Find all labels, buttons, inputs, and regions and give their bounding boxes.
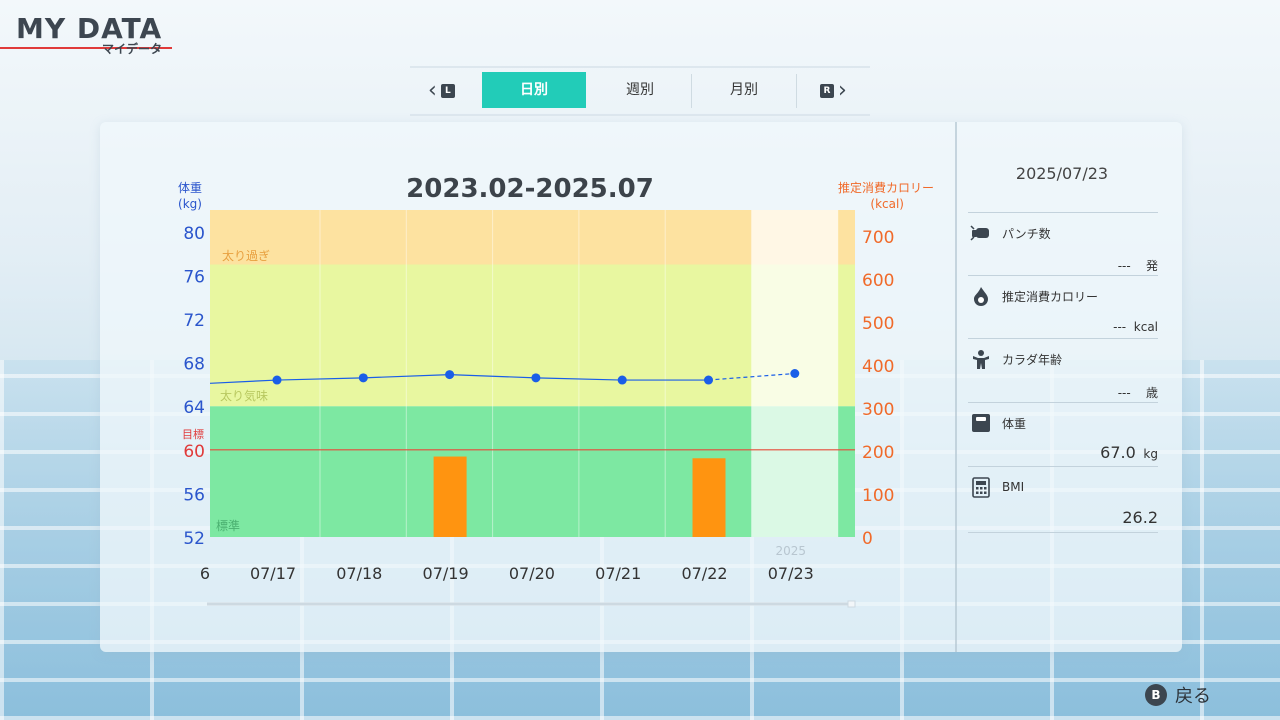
scale-icon: [972, 414, 990, 432]
weight-label: 体重: [1002, 417, 1027, 431]
row-divider: [968, 275, 1158, 276]
next-tab-button[interactable]: R ›: [820, 78, 847, 103]
weight-point: [358, 373, 368, 383]
weight-point: [531, 373, 541, 383]
selected-date: 2025/07/23: [1015, 164, 1109, 183]
body-age-label: カラダ年齢: [1002, 353, 1063, 367]
right-axis-tick: 600: [862, 271, 894, 291]
calorie-label: 推定消費カロリー: [1002, 290, 1099, 304]
bmi-label: BMI: [1002, 480, 1025, 494]
zone-label-slightly-over: 太り気味: [220, 388, 268, 403]
weight-unit: kg: [1143, 447, 1158, 461]
r-button-icon: R: [820, 84, 834, 98]
left-axis-tick: 72: [183, 311, 205, 331]
calculator-icon: [972, 477, 990, 498]
right-axis-tick: 500: [862, 314, 894, 334]
back-label: 戻る: [1175, 686, 1211, 707]
right-axis-tick: 200: [862, 443, 894, 463]
right-axis-tick: 0: [862, 529, 873, 549]
left-axis-tick: 56: [183, 485, 205, 505]
body-age-icon: [973, 350, 989, 369]
target-label: 目標: [182, 427, 204, 441]
chevron-right-icon: ›: [838, 78, 847, 103]
weight-point: [272, 375, 282, 385]
data-panel: 体重 (kg) 2023.02-2025.07 推定消費カロリー (kcal) …: [100, 122, 1182, 652]
year-label: 2025: [776, 544, 807, 558]
weight-point: [445, 370, 455, 380]
period-tabs: ‹ L 日別 週別 月別 R ›: [410, 66, 870, 116]
chart-scrollbar-thumb: [847, 600, 856, 608]
punch-count-number: ---: [1117, 259, 1131, 273]
panel-divider: [955, 122, 957, 652]
zone-label-standard: 標準: [216, 518, 240, 533]
tab-separator: [796, 74, 797, 108]
calorie-unit: kcal: [1133, 320, 1158, 334]
calorie-bar: [692, 458, 726, 537]
flame-icon: [974, 287, 988, 306]
left-axis-tick: 60: [183, 442, 205, 462]
x-axis-tick: 07/22: [681, 564, 727, 583]
x-axis-tick: 07/21: [595, 564, 641, 583]
right-axis-tick: 700: [862, 228, 894, 248]
x-axis-tick: 07/18: [336, 564, 382, 583]
calorie-value: --- kcal: [1113, 320, 1158, 334]
right-axis-tick: 100: [862, 486, 894, 506]
punch-icon: [970, 225, 989, 241]
calorie-bar: [433, 456, 467, 537]
weight-point: [704, 375, 713, 385]
x-axis-tick: 07/17: [250, 564, 296, 583]
weight-value: 67.0 kg: [1100, 443, 1158, 462]
bmi-value: 26.2: [1122, 508, 1158, 527]
row-divider: [968, 466, 1158, 467]
left-axis-tick: 80: [183, 224, 205, 244]
row-divider: [968, 402, 1158, 403]
left-axis-tick: 52: [183, 529, 205, 549]
weight-point: [617, 375, 627, 385]
punch-count-value: --- 発: [1118, 257, 1158, 274]
punch-count-unit: 発: [1145, 259, 1158, 273]
punch-count-label: パンチ数: [1002, 227, 1051, 241]
left-axis-tick: 76: [183, 267, 205, 287]
row-divider: [968, 338, 1158, 339]
right-axis-tick: 400: [862, 357, 894, 377]
left-axis-tick: 64: [183, 398, 205, 418]
zone-label-overweight: 太り過ぎ: [222, 248, 270, 263]
body-age-number: ---: [1117, 386, 1131, 400]
chevron-left-icon: ‹: [428, 78, 437, 103]
body-age-unit: 歳: [1145, 386, 1158, 400]
l-button-icon: L: [440, 84, 455, 98]
left-axis-tick: 68: [183, 355, 205, 375]
row-divider: [968, 212, 1158, 213]
x-axis-tick: 07/20: [509, 564, 555, 583]
body-age-value: --- 歳: [1118, 384, 1158, 401]
tab-daily[interactable]: 日別: [482, 72, 586, 108]
tab-monthly[interactable]: 月別: [692, 72, 796, 108]
x-axis-tick-partial: 6: [200, 564, 210, 583]
weight-number: 67.0: [1100, 443, 1136, 462]
prev-tab-button[interactable]: ‹ L: [428, 78, 455, 103]
row-divider: [968, 532, 1158, 533]
x-axis-tick: 07/19: [423, 564, 469, 583]
x-axis-tick: 07/23: [768, 564, 814, 583]
page-subtitle: マイデータ: [102, 42, 163, 56]
weight-point: [790, 369, 800, 378]
calorie-number: ---: [1113, 320, 1127, 334]
back-button[interactable]: B 戻る: [1145, 682, 1211, 708]
right-axis-tick: 300: [862, 400, 894, 420]
tab-weekly[interactable]: 週別: [588, 72, 692, 108]
weight-calorie-chart[interactable]: 太り過ぎ太り気味標準 52 56 60 64 68 72 76 80 目標 0 100 200 300 40…: [100, 122, 955, 622]
b-button-icon: B: [1145, 684, 1167, 706]
